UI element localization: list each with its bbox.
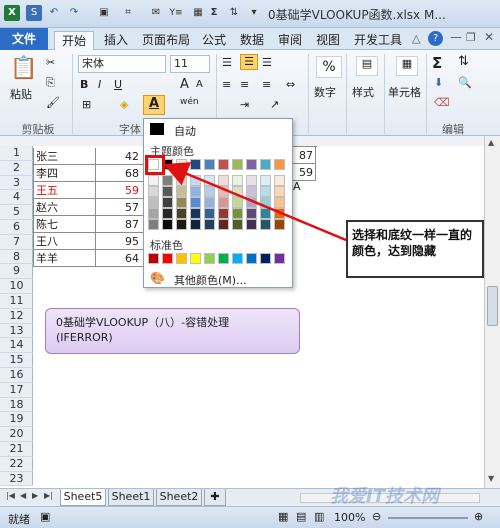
page-layout-view-icon[interactable]: ▤: [296, 510, 306, 523]
normal-view-icon[interactable]: ▦: [278, 510, 288, 523]
zoom-out-icon[interactable]: ⊖: [372, 510, 381, 523]
zoom-slider[interactable]: [388, 517, 468, 519]
scroll-thumb[interactable]: [487, 286, 498, 326]
last-sheet-icon[interactable]: ▶|: [44, 491, 53, 500]
sheet-tab-sheet2[interactable]: Sheet2: [156, 489, 202, 506]
status-ready: 就绪: [8, 513, 30, 526]
first-sheet-icon[interactable]: |◀: [6, 491, 15, 500]
note-line-2: (IFERROR): [56, 331, 113, 344]
vertical-scrollbar[interactable]: ▲ ▼: [484, 136, 500, 488]
sheet-tab-sheet1[interactable]: Sheet1: [108, 489, 154, 506]
sheet-tab-sheet5[interactable]: Sheet5: [60, 489, 106, 506]
insert-sheet-icon[interactable]: ✚: [204, 489, 226, 506]
next-sheet-icon[interactable]: ▶: [32, 491, 38, 500]
prev-sheet-icon[interactable]: ◀: [20, 491, 26, 500]
title-shape: 0基础学VLOOKUP（八）-容错处理 (IFERROR): [45, 308, 300, 354]
watermark: 我爱IT技术网: [330, 486, 439, 507]
zoom-level[interactable]: 100%: [334, 511, 365, 524]
page-break-view-icon[interactable]: ▥: [314, 510, 324, 523]
scroll-down-icon[interactable]: ▼: [488, 474, 494, 483]
zoom-in-icon[interactable]: ⊕: [474, 510, 483, 523]
annotation-callout: 选择和底纹一样一直的颜色，达到隐藏: [346, 220, 484, 278]
scroll-up-icon[interactable]: ▲: [488, 138, 494, 147]
note-line-1: 0基础学VLOOKUP（八）-容错处理: [56, 316, 230, 329]
status-bar: 就绪 ▣ ▦ ▤ ▥ 100% ⊖ ⊕: [0, 506, 500, 528]
macro-record-icon[interactable]: ▣: [40, 510, 50, 523]
